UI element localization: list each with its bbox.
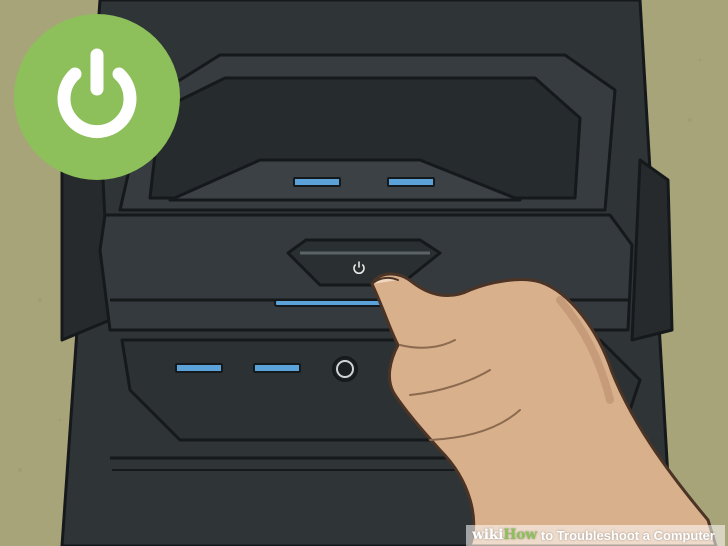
wikihow-watermark: wikiHow to Troubleshoot a Computer: [466, 525, 725, 546]
usb-port: [175, 363, 223, 373]
illustration: [0, 0, 728, 546]
wikihow-logo: wikiHow: [472, 527, 537, 543]
usb-port: [293, 177, 341, 187]
watermark-title: to Troubleshoot a Computer: [540, 528, 715, 543]
usb-port: [387, 177, 435, 187]
power-badge: [14, 14, 180, 180]
audio-jack-icon: [332, 356, 358, 382]
usb-port: [253, 363, 301, 373]
